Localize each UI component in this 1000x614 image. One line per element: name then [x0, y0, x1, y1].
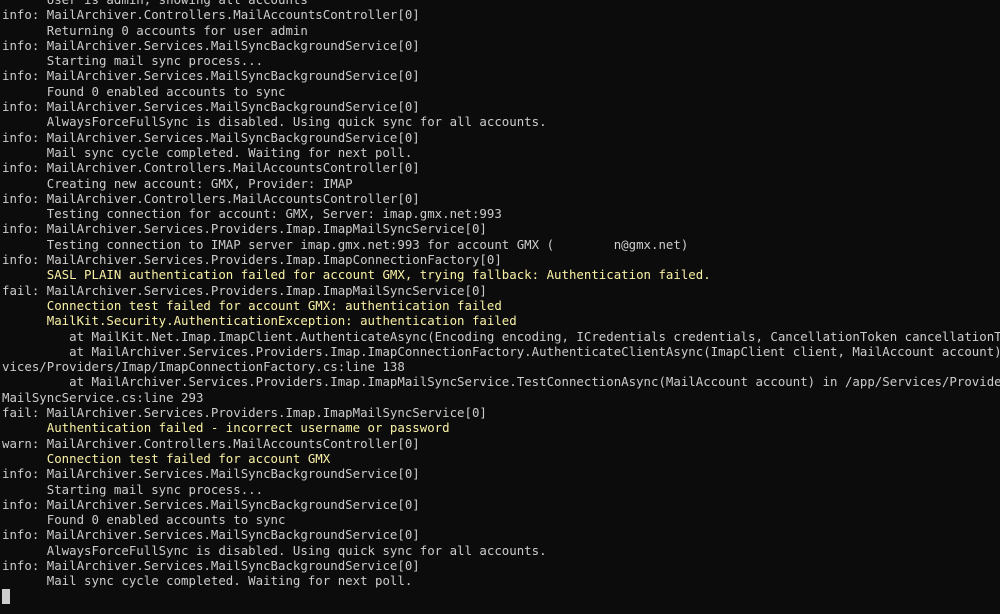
log-line-text: info: MailArchiver.Services.MailSyncBack… — [2, 99, 420, 115]
log-line: fail: MailArchiver.Services.Providers.Im… — [2, 283, 1000, 298]
log-line-text: MailSyncService.cs:line 293 — [2, 389, 204, 405]
log-line-text: Testing connection to IMAP server imap.g… — [2, 236, 555, 252]
log-line: info: MailArchiver.Services.MailSyncBack… — [2, 68, 1000, 83]
log-line-text: info: MailArchiver.Services.MailSyncBack… — [2, 496, 420, 512]
log-line: Mail sync cycle completed. Waiting for n… — [2, 145, 1000, 160]
log-line-text: AlwaysForceFullSync is disabled. Using q… — [2, 114, 547, 130]
email-suffix: n@gmx.net) — [613, 236, 689, 252]
log-line-text: info: MailArchiver.Services.MailSyncBack… — [2, 557, 420, 573]
log-line-text: User is admin, showing all accounts — [2, 0, 308, 7]
log-line-text: Found 0 enabled accounts to sync — [2, 83, 286, 99]
log-line: vices/Providers/Imap/ImapConnectionFacto… — [2, 359, 1000, 374]
log-line-text: at MailArchiver.Services.Providers.Imap.… — [2, 374, 1000, 390]
log-line-text: Mail sync cycle completed. Waiting for n… — [2, 144, 413, 160]
log-line: Returning 0 accounts for user admin — [2, 23, 1000, 38]
log-line-text: warn: MailArchiver.Controllers.MailAccou… — [2, 435, 420, 451]
log-line-highlighted: MailKit.Security.AuthenticationException… — [2, 313, 1000, 328]
log-line: Found 0 enabled accounts to sync — [2, 512, 1000, 527]
log-line-text: Returning 0 accounts for user admin — [2, 22, 308, 38]
log-line-text: Starting mail sync process... — [2, 53, 264, 69]
log-line: AlwaysForceFullSync is disabled. Using q… — [2, 114, 1000, 129]
log-line-text: info: MailArchiver.Services.Providers.Im… — [2, 221, 487, 237]
redacted-email-part: xxxxxxxx — [554, 236, 614, 252]
log-line: Testing connection for account: GMX, Ser… — [2, 206, 1000, 221]
log-line-text: Authentication failed - incorrect userna… — [2, 420, 450, 436]
log-line-text: Connection test failed for account GMX — [2, 450, 331, 466]
log-line-text: Mail sync cycle completed. Waiting for n… — [2, 573, 413, 589]
log-line: at MailArchiver.Services.Providers.Imap.… — [2, 344, 1000, 359]
log-line-text: Found 0 enabled accounts to sync — [2, 512, 286, 528]
log-line-text: Testing connection for account: GMX, Ser… — [2, 206, 502, 222]
log-line-text: fail: MailArchiver.Services.Providers.Im… — [2, 405, 487, 421]
log-line: MailSyncService.cs:line 293 — [2, 390, 1000, 405]
log-line: User is admin, showing all accounts — [2, 0, 1000, 7]
log-line: Starting mail sync process... — [2, 482, 1000, 497]
log-line: Mail sync cycle completed. Waiting for n… — [2, 573, 1000, 588]
log-line: Creating new account: GMX, Provider: IMA… — [2, 176, 1000, 191]
log-line-text: info: MailArchiver.Services.Providers.Im… — [2, 252, 502, 268]
log-line-text: Starting mail sync process... — [2, 481, 264, 497]
log-line-text: Creating new account: GMX, Provider: IMA… — [2, 175, 353, 191]
log-line: Testing connection to IMAP server imap.g… — [2, 237, 1000, 252]
log-line: AlwaysForceFullSync is disabled. Using q… — [2, 543, 1000, 558]
log-line: info: MailArchiver.Controllers.MailAccou… — [2, 160, 1000, 175]
log-line-highlighted: Authentication failed - incorrect userna… — [2, 420, 1000, 435]
log-line: info: MailArchiver.Services.Providers.Im… — [2, 252, 1000, 267]
log-line-text: info: MailArchiver.Services.MailSyncBack… — [2, 129, 420, 145]
log-line: info: MailArchiver.Services.MailSyncBack… — [2, 527, 1000, 542]
log-line-highlighted: Connection test failed for account GMX: … — [2, 298, 1000, 313]
log-line-text: at MailArchiver.Services.Providers.Imap.… — [2, 343, 1000, 359]
prompt-line[interactable] — [2, 588, 1000, 604]
log-line: info: MailArchiver.Services.MailSyncBack… — [2, 99, 1000, 114]
log-line: warn: MailArchiver.Controllers.MailAccou… — [2, 436, 1000, 451]
log-line: at MailArchiver.Services.Providers.Imap.… — [2, 374, 1000, 389]
log-line: fail: MailArchiver.Services.Providers.Im… — [2, 405, 1000, 420]
log-line: info: MailArchiver.Services.Providers.Im… — [2, 221, 1000, 236]
log-line: Starting mail sync process... — [2, 53, 1000, 68]
log-line-highlighted: Connection test failed for account GMX — [2, 451, 1000, 466]
log-line-text: Connection test failed for account GMX: … — [2, 297, 502, 313]
terminal-output[interactable]: User is admin, showing all accountsinfo:… — [2, 0, 1000, 604]
log-line-text: vices/Providers/Imap/ImapConnectionFacto… — [2, 359, 405, 375]
log-line: info: MailArchiver.Services.MailSyncBack… — [2, 38, 1000, 53]
log-line-text: SASL PLAIN authentication failed for acc… — [2, 267, 711, 283]
text-cursor — [2, 588, 10, 604]
log-line: info: MailArchiver.Controllers.MailAccou… — [2, 7, 1000, 22]
log-line: info: MailArchiver.Controllers.MailAccou… — [2, 191, 1000, 206]
log-line-text: info: MailArchiver.Services.MailSyncBack… — [2, 527, 420, 543]
log-line: info: MailArchiver.Services.MailSyncBack… — [2, 497, 1000, 512]
log-line-text: info: MailArchiver.Services.MailSyncBack… — [2, 466, 420, 482]
log-line-text: info: MailArchiver.Services.MailSyncBack… — [2, 68, 420, 84]
log-line-highlighted: SASL PLAIN authentication failed for acc… — [2, 267, 1000, 282]
log-line-text: AlwaysForceFullSync is disabled. Using q… — [2, 542, 547, 558]
log-line-text: at MailKit.Net.Imap.ImapClient.Authentic… — [2, 328, 1000, 344]
log-line-text: info: MailArchiver.Controllers.MailAccou… — [2, 160, 420, 176]
log-line-text: fail: MailArchiver.Services.Providers.Im… — [2, 282, 487, 298]
log-line: info: MailArchiver.Services.MailSyncBack… — [2, 130, 1000, 145]
log-line: at MailKit.Net.Imap.ImapClient.Authentic… — [2, 329, 1000, 344]
log-line-text: MailKit.Security.AuthenticationException… — [2, 313, 517, 329]
log-line: info: MailArchiver.Services.MailSyncBack… — [2, 558, 1000, 573]
log-line-text: info: MailArchiver.Controllers.MailAccou… — [2, 190, 420, 206]
log-line-text: info: MailArchiver.Services.MailSyncBack… — [2, 37, 420, 53]
log-line: info: MailArchiver.Services.MailSyncBack… — [2, 466, 1000, 481]
log-line-text: info: MailArchiver.Controllers.MailAccou… — [2, 7, 420, 23]
log-line: Found 0 enabled accounts to sync — [2, 84, 1000, 99]
